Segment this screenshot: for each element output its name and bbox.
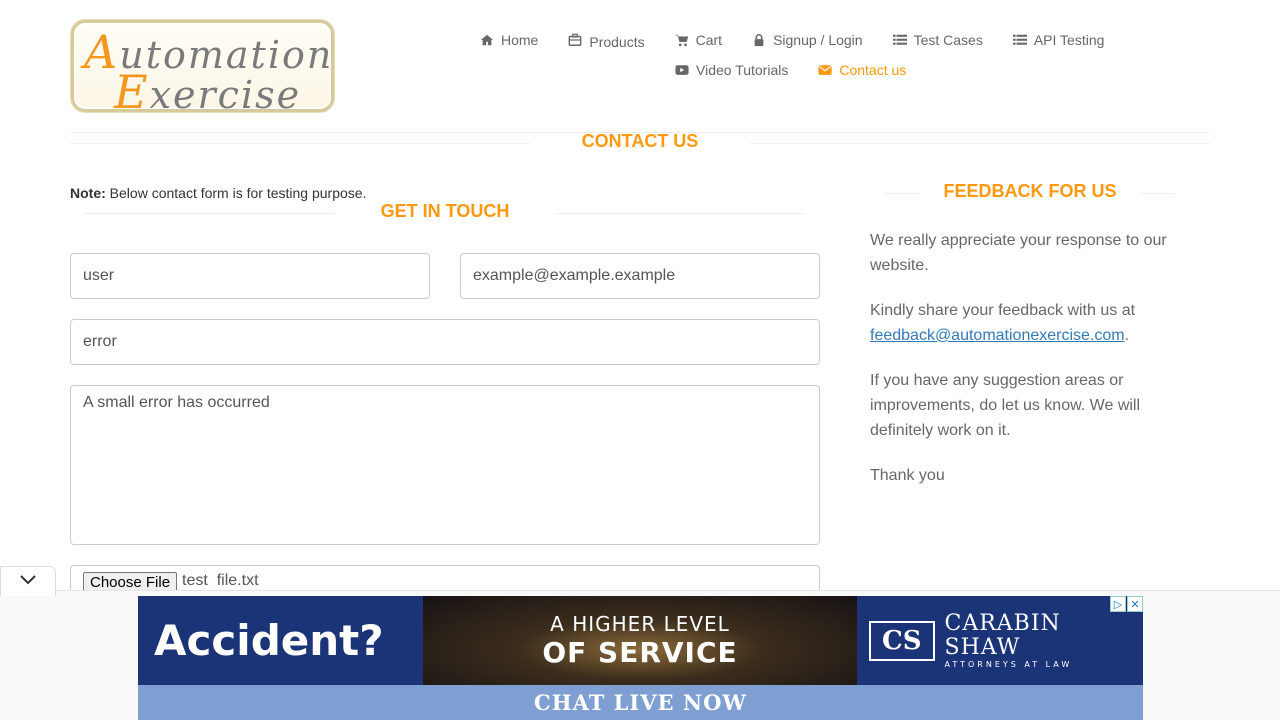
feedback-paragraph-4: Thank you [870, 467, 945, 484]
nav-video-tutorials[interactable]: Video Tutorials [675, 58, 788, 82]
envelope-icon [818, 63, 832, 77]
feedback-paragraph-3: If you have any suggestion areas or impr… [870, 372, 1141, 439]
list-icon [1012, 33, 1027, 47]
message-textarea[interactable]: A small error has occurred [70, 385, 820, 545]
feedback-email-link[interactable]: feedback@automationexercise.com [870, 327, 1125, 344]
feedback-paragraph-1: We really appreciate your response to ou… [870, 232, 1167, 274]
feedback-rule-right [1140, 193, 1175, 194]
ad-collapse-button[interactable] [0, 566, 56, 596]
site-logo[interactable]: Automation Exercise [71, 20, 334, 119]
feedback-title: Feedback For Us [943, 181, 1117, 201]
get-in-touch-title: Get In Touch [380, 201, 510, 221]
ad-headline: Accident? [138, 596, 423, 685]
ad-firm-logo: CS CARABIN SHAW ATTORNEYS AT LAW [857, 596, 1143, 685]
subject-input[interactable]: error [70, 319, 820, 365]
touch-rule-right [555, 213, 805, 214]
close-icon[interactable]: ✕ [1127, 596, 1143, 612]
advertisement-banner[interactable]: Accident? A HIGHER LEVEL OF SERVICE CS C… [138, 596, 1143, 720]
home-icon [480, 33, 494, 47]
adchoices-icon[interactable]: ▷ [1110, 596, 1126, 612]
feedback-rule-left [885, 193, 920, 194]
nav-signup-login[interactable]: Signup / Login [752, 28, 863, 52]
nav-home[interactable]: Home [480, 28, 538, 52]
chevron-down-icon [19, 573, 37, 591]
page-title: Contact Us [581, 131, 699, 151]
nav-test-cases[interactable]: Test Cases [892, 28, 983, 52]
name-input[interactable]: user [70, 253, 430, 299]
products-icon [568, 33, 582, 47]
title-rule-right [750, 143, 1210, 144]
file-name-label: test file.txt [182, 572, 259, 589]
feedback-paragraph-2: Kindly share your feedback with us at fe… [870, 302, 1136, 344]
nav-products[interactable]: Products [568, 28, 645, 52]
cart-icon [674, 33, 689, 47]
nav-cart[interactable]: Cart [674, 28, 722, 52]
touch-rule-left [85, 213, 335, 214]
nav-contact-us[interactable]: Contact us [818, 58, 906, 82]
nav-row-2: Video Tutorials Contact us [675, 58, 906, 82]
form-note: Note: Below contact form is for testing … [70, 185, 367, 201]
ad-city-image: A HIGHER LEVEL OF SERVICE [423, 596, 857, 685]
ad-cta[interactable]: CHAT LIVE NOW [138, 685, 1143, 720]
ad-controls: ▷ ✕ [1110, 596, 1143, 612]
nav-api-testing[interactable]: API Testing [1012, 28, 1104, 52]
list-icon [892, 33, 907, 47]
youtube-icon [675, 63, 689, 77]
title-rule-left [70, 143, 530, 144]
email-input[interactable]: example@example.example [460, 253, 820, 299]
lock-icon [752, 33, 766, 47]
nav-row-1: Home Products Cart Signup / Login Test C… [470, 28, 1104, 52]
logo-line-2: Exercise [114, 65, 302, 119]
